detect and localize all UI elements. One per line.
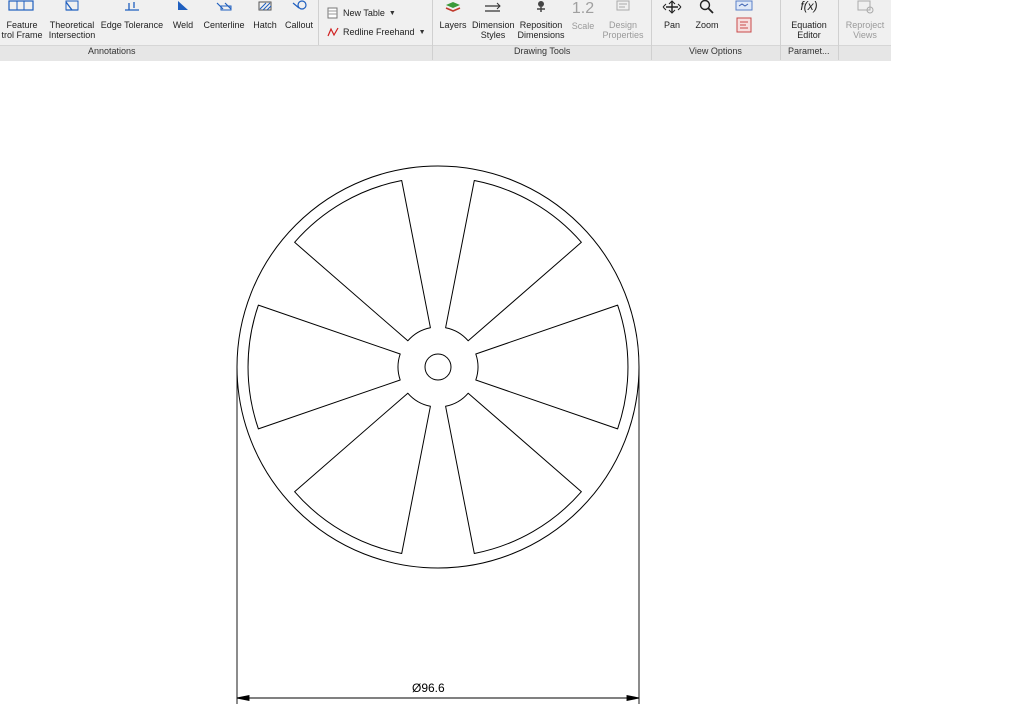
view-list-icon	[736, 17, 752, 33]
callout-icon	[292, 0, 307, 10]
drawing-canvas[interactable]: Ø96.6	[0, 61, 1024, 724]
feature-control-frame-button[interactable]: Feature trol Frame	[0, 0, 44, 44]
weld-button[interactable]: Weld	[168, 0, 198, 44]
spoke-window	[445, 180, 582, 342]
chevron-down-icon: ▼	[418, 28, 426, 36]
equation-editor-label: Equation Editor	[791, 20, 827, 40]
dimension-styles-button[interactable]: Dimension Styles	[472, 0, 515, 44]
zoom-icon	[699, 0, 714, 14]
scale-button[interactable]: 1.2 Scale	[568, 0, 598, 44]
centerline-label: Centerline	[203, 20, 245, 30]
layers-label: Layers	[439, 20, 467, 30]
group-label-annotations: Annotations	[88, 46, 136, 56]
view-toggle-icon	[735, 0, 753, 11]
ribbon: Feature trol Frame Theoretical Intersect…	[0, 0, 1024, 61]
weld-icon	[178, 1, 188, 10]
theoretical-intersection-icon	[65, 0, 79, 11]
ribbon-separator	[780, 45, 781, 60]
spoke-window	[294, 180, 431, 342]
design-properties-label: Design Properties	[602, 20, 644, 40]
reposition-dimensions-label: Reposition Dimensions	[517, 20, 565, 40]
new-table-label: New Table	[343, 8, 385, 18]
equation-editor-button[interactable]: f(x) Equation Editor	[786, 0, 832, 44]
hatch-icon	[258, 1, 272, 11]
hatch-label: Hatch	[253, 20, 277, 30]
pan-label: Pan	[663, 20, 680, 30]
chevron-down-icon: ▼	[388, 9, 396, 17]
table-icon	[327, 7, 338, 19]
reposition-dimensions-button[interactable]: Reposition Dimensions	[516, 0, 566, 44]
design-properties-button[interactable]: Design Properties	[600, 0, 646, 44]
layers-button[interactable]: Layers	[436, 0, 470, 44]
centerline-icon	[216, 2, 232, 11]
wheel-hub-hole	[424, 353, 452, 381]
reproject-views-label: Reproject Views	[845, 20, 885, 40]
group-label-view-options: View Options	[689, 46, 742, 56]
diameter-dimension-text: Ø96.6	[412, 681, 445, 695]
new-table-button[interactable]: New Table ▼	[327, 6, 396, 20]
dimension-arrow-right	[626, 694, 640, 702]
callout-button[interactable]: Callout	[283, 0, 315, 44]
callout-label: Callout	[284, 20, 313, 30]
ribbon-separator	[432, 45, 433, 60]
wheel-drawing	[236, 165, 640, 569]
feature-control-frame-label: Feature trol Frame	[1, 20, 43, 40]
scale-icon: 1.2	[571, 0, 595, 17]
centerline-button[interactable]: Centerline	[202, 0, 246, 44]
redline-freehand-icon	[327, 27, 339, 37]
zoom-button[interactable]: Zoom	[690, 0, 724, 44]
edge-tolerance-label: Edge Tolerance	[100, 20, 164, 30]
spoke-window	[475, 304, 629, 430]
edge-tolerance-icon	[125, 2, 139, 11]
group-label-drawing-tools: Drawing Tools	[514, 46, 571, 56]
reposition-dimensions-icon	[537, 1, 545, 12]
diameter-dimension	[236, 367, 640, 704]
hatch-button[interactable]: Hatch	[250, 0, 280, 44]
dimension-styles-label: Dimension Styles	[472, 20, 515, 40]
ribbon-separator	[838, 45, 839, 60]
group-label-parameters: Paramet...	[788, 46, 830, 56]
equation-icon: f(x)	[800, 0, 818, 13]
spoke-window	[247, 304, 401, 430]
pan-icon	[662, 0, 682, 14]
theoretical-intersection-label: Theoretical Intersection	[48, 20, 96, 40]
dimension-arrow-left	[236, 694, 250, 702]
dimension-styles-icon	[485, 2, 501, 12]
wheel-outer-rim	[236, 165, 640, 569]
reproject-views-icon	[857, 0, 874, 14]
ribbon-separator	[651, 45, 652, 60]
wheel-spoke-windows	[247, 180, 629, 554]
redline-freehand-label: Redline Freehand	[343, 27, 415, 37]
scale-label: Scale	[571, 21, 595, 31]
redline-freehand-button[interactable]: Redline Freehand ▼	[327, 25, 426, 39]
feature-control-frame-icon	[8, 0, 34, 11]
spoke-window	[445, 392, 582, 554]
pan-button[interactable]: Pan	[658, 0, 686, 44]
edge-tolerance-button[interactable]: Edge Tolerance	[100, 0, 164, 44]
zoom-label: Zoom	[695, 20, 719, 30]
spoke-window	[294, 392, 431, 554]
layers-icon	[445, 2, 461, 12]
reproject-views-button[interactable]: Reproject Views	[842, 0, 888, 44]
theoretical-intersection-button[interactable]: Theoretical Intersection	[46, 0, 98, 44]
weld-label: Weld	[172, 20, 194, 30]
design-properties-icon	[616, 0, 630, 11]
